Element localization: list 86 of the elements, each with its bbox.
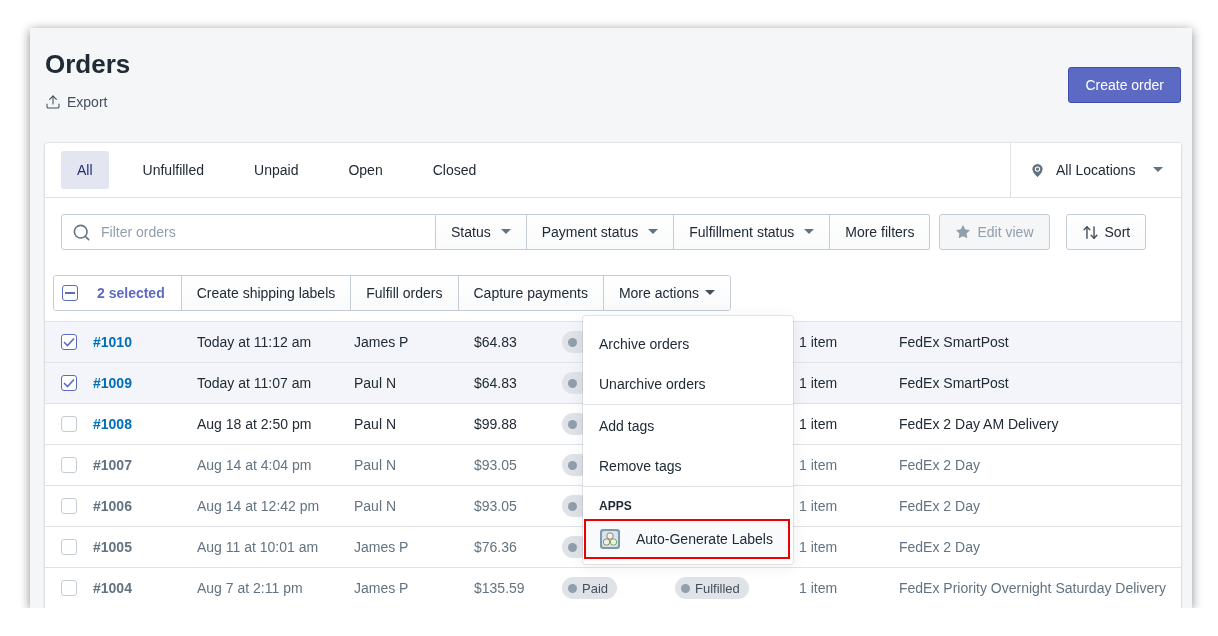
caret-icon [648, 229, 659, 235]
customer-cell-text: James P [354, 539, 410, 555]
menu-section-title: APPS [598, 498, 633, 515]
tab[interactable]: All [61, 151, 109, 189]
caret-icon [804, 229, 815, 235]
star-icon [955, 224, 972, 240]
caret-icon [705, 290, 716, 296]
delivery-cell-text: FedEx 2 Day AM Delivery [899, 416, 1060, 432]
menu-item[interactable]: Archive orders [583, 324, 793, 364]
checkmark-icon [63, 378, 75, 388]
caret-icon [1153, 167, 1163, 173]
total-cell-text: $99.88 [474, 416, 518, 432]
customer-cell-text: James P [354, 334, 410, 350]
delivery-cell-text: FedEx 2 Day [899, 539, 981, 555]
delivery-cell-text: FedEx 2 Day [899, 457, 981, 473]
total-cell-text: $93.05 [474, 498, 518, 514]
total-cell-text: $135.59 [474, 580, 526, 596]
items-cell-text: 1 item [799, 334, 839, 350]
date-cell-text: Aug 14 at 12:42 pm [197, 498, 321, 514]
items-cell-text: 1 item [799, 539, 839, 555]
row-checkbox[interactable] [61, 334, 77, 350]
actions-dropdown[interactable]: More actions [602, 276, 731, 310]
create-order-button[interactable]: Create order [1068, 67, 1181, 103]
date-cell-text: Today at 11:12 am [197, 334, 313, 350]
date-cell-text: Aug 14 at 4:04 pm [197, 457, 313, 473]
search-field[interactable]: Filter orders [61, 214, 436, 250]
date-cell-text: Aug 7 at 2:11 pm [197, 580, 304, 596]
filter-dropdown[interactable]: Status [436, 214, 527, 250]
order-link[interactable]: #1010 [93, 334, 132, 350]
order-link[interactable]: #1006 [93, 498, 132, 514]
customer-cell-text: Paul N [354, 375, 398, 391]
date-cell-text: Aug 18 at 2:50 pm [197, 416, 313, 432]
filter-button[interactable]: More filters [830, 214, 931, 250]
total-cell-text: $64.83 [474, 375, 518, 391]
map-pin-icon [1029, 161, 1046, 179]
menu-item[interactable]: Remove tags [583, 446, 793, 486]
date-cell-text: Aug 11 at 10:01 am [197, 539, 320, 555]
customer-cell-text: Paul N [354, 416, 398, 432]
order-link[interactable]: #1009 [93, 375, 132, 391]
payment-badge: Paid [562, 577, 618, 599]
sort-icon [1081, 223, 1099, 241]
total-cell-text: $64.83 [474, 334, 518, 350]
order-link[interactable]: #1005 [93, 539, 132, 555]
tab[interactable]: Unfulfilled [126, 151, 221, 189]
order-link[interactable]: #1008 [93, 416, 132, 432]
bulk-action-button[interactable]: Fulfill orders [350, 276, 458, 310]
menu-item[interactable]: Add tags [583, 406, 793, 446]
menu-item[interactable]: Auto-Generate Labels [584, 519, 790, 559]
tab[interactable]: Open [332, 151, 399, 189]
items-cell-text: 1 item [799, 416, 839, 432]
delivery-cell-text: FedEx SmartPost [899, 375, 1010, 391]
row-checkbox[interactable] [61, 375, 77, 391]
selected-count: 2 selected [97, 285, 165, 301]
bulk-action-button[interactable]: Capture payments [457, 276, 603, 310]
page-title: Orders [45, 48, 131, 80]
delivery-cell-text: FedEx SmartPost [899, 334, 1010, 350]
menu-item[interactable]: Unarchive orders [583, 364, 793, 404]
total-cell-text: $93.05 [474, 457, 518, 473]
customer-cell-text: James P [354, 580, 410, 596]
date-cell-text: Today at 11:07 am [197, 375, 313, 391]
items-cell-text: 1 item [799, 498, 839, 514]
checkmark-icon [63, 337, 75, 347]
delivery-cell-text: FedEx 2 Day [899, 498, 981, 514]
fulfillment-badge: Fulfilled [675, 577, 749, 599]
total-cell-text: $76.36 [474, 539, 518, 555]
sort-button[interactable]: Sort [1065, 214, 1147, 250]
delivery-cell-text: FedEx Priority Overnight Saturday Delivery [899, 580, 1167, 596]
location-dropdown[interactable]: All Locations [1010, 143, 1181, 197]
minus-icon [65, 292, 75, 294]
order-link[interactable]: #1004 [93, 580, 132, 596]
customer-cell-text: Paul N [354, 457, 398, 473]
export-link[interactable]: Export [45, 94, 131, 110]
filter-dropdown[interactable]: Fulfillment status [674, 214, 831, 250]
filter-dropdown[interactable]: Payment status [526, 214, 675, 250]
order-link[interactable]: #1007 [93, 457, 132, 473]
tab[interactable]: Closed [416, 151, 493, 189]
tab[interactable]: Unpaid [238, 151, 315, 189]
select-all-checkbox[interactable] [62, 285, 78, 301]
upload-icon [45, 94, 61, 110]
items-cell-text: 1 item [799, 580, 839, 596]
items-cell-text: 1 item [799, 457, 839, 473]
customer-cell-text: Paul N [354, 498, 398, 514]
items-cell-text: 1 item [799, 375, 839, 391]
caret-icon [500, 229, 511, 235]
app-icon [600, 529, 620, 549]
search-icon [72, 223, 91, 242]
